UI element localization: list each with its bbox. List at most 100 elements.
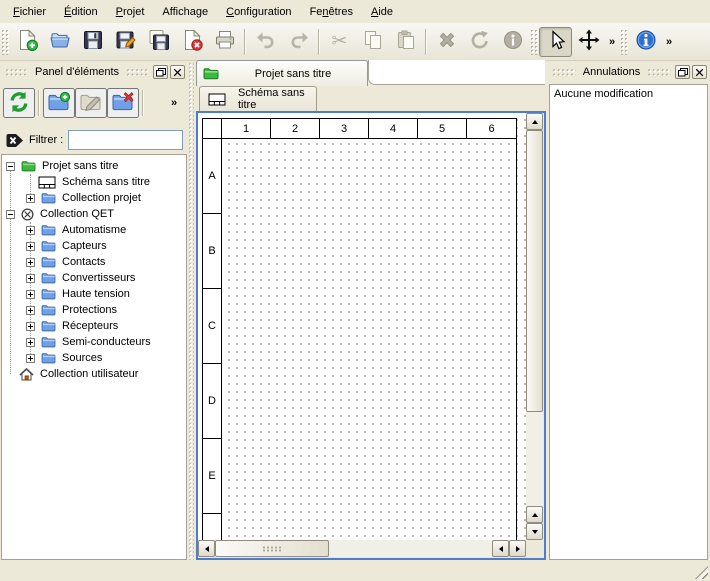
new-category-button[interactable]	[43, 88, 75, 118]
tree-item-collection-utilisateur[interactable]: Collection utilisateur	[2, 366, 186, 382]
tree-item-schema-sans-titre[interactable]: Schéma sans titre	[2, 174, 186, 190]
tree-item-projet-sans-titre[interactable]: Projet sans titre	[2, 158, 186, 174]
cut-button[interactable]: ✂	[323, 27, 356, 57]
close-document-button[interactable]	[175, 27, 208, 57]
tab-schema-sans-titre[interactable]: Schéma sans titre	[199, 86, 317, 111]
tree-item-contacts[interactable]: Contacts	[2, 254, 186, 270]
tree-item-automatisme[interactable]: Automatisme	[2, 222, 186, 238]
tree-item-capteurs[interactable]: Capteurs	[2, 238, 186, 254]
print-button[interactable]	[208, 27, 241, 57]
expand-icon[interactable]	[26, 290, 35, 299]
expand-icon[interactable]	[26, 274, 35, 283]
menu-projet[interactable]: Projet	[107, 3, 154, 21]
copy-button[interactable]	[356, 27, 389, 57]
grid-column-header: 3	[319, 118, 369, 139]
new-document-button[interactable]	[10, 27, 43, 57]
rotate-button[interactable]	[463, 27, 496, 57]
undo-history-list[interactable]: Aucune modification	[549, 84, 708, 560]
expand-icon[interactable]	[26, 306, 35, 315]
panel-overflow-chevron[interactable]: »	[167, 90, 181, 116]
tree-item-sources[interactable]: Sources	[2, 350, 186, 366]
menu-aide[interactable]: Aide	[362, 3, 402, 21]
folder-icon	[41, 192, 56, 204]
scroll-up-button[interactable]	[526, 506, 543, 523]
float-icon	[678, 68, 688, 77]
save-button[interactable]	[76, 27, 109, 57]
menu-affichage[interactable]: Affichage	[153, 3, 217, 21]
toolbar-separator	[38, 90, 40, 116]
close-icon	[695, 68, 704, 77]
diagram-canvas[interactable]: 1 2 3 4 5 6 A B C D E	[198, 113, 526, 540]
scroll-left-button[interactable]	[198, 540, 215, 557]
pan-mode-button[interactable]	[572, 27, 605, 57]
redo-button[interactable]	[282, 27, 315, 57]
expand-icon[interactable]	[26, 242, 35, 251]
undo-dock-titlebar[interactable]: Annulations	[548, 62, 709, 82]
menu-edition[interactable]: Édition	[55, 3, 107, 21]
dock-splitter[interactable]	[188, 62, 194, 560]
tree-item-collection-projet[interactable]: Collection projet	[2, 190, 186, 206]
filter-label: Filtrer :	[29, 134, 63, 146]
grid-column-header: 5	[417, 118, 467, 139]
toolbar-overflow-chevron[interactable]: »	[662, 29, 676, 55]
expand-icon[interactable]	[26, 258, 35, 267]
tree-item-recepteurs[interactable]: Récepteurs	[2, 318, 186, 334]
scroll-left-button[interactable]	[492, 540, 509, 557]
expand-icon[interactable]	[26, 194, 35, 203]
titlebar-texture	[5, 68, 28, 76]
expand-icon[interactable]	[26, 226, 35, 235]
horizontal-scrollbar[interactable]	[198, 540, 526, 557]
dock-close-button[interactable]	[692, 65, 707, 79]
expand-icon[interactable]	[26, 338, 35, 347]
toolbar-drag-handle[interactable]	[530, 29, 538, 55]
toolbar-separator	[425, 29, 427, 55]
vertical-scroll-thumb[interactable]	[526, 130, 543, 412]
window-size-grip[interactable]	[695, 566, 708, 579]
menu-fichier[interactable]: Fichier	[4, 3, 55, 21]
tab-projet-sans-titre[interactable]: Projet sans titre	[196, 60, 368, 86]
toolbar-drag-handle[interactable]	[620, 29, 628, 55]
menu-fenetres[interactable]: Fenêtres	[301, 3, 362, 21]
grid-row-header: E	[202, 438, 222, 514]
filter-input[interactable]	[68, 130, 183, 150]
delete-button[interactable]	[430, 27, 463, 57]
paste-button[interactable]	[389, 27, 422, 57]
element-infos-button[interactable]	[496, 27, 529, 57]
selection-mode-button[interactable]	[539, 27, 572, 57]
tree-item-semi-conducteurs[interactable]: Semi-conducteurs	[2, 334, 186, 350]
delete-category-button[interactable]	[107, 88, 139, 118]
about-qet-button[interactable]	[629, 27, 662, 57]
collapse-icon[interactable]	[6, 210, 15, 219]
float-icon	[156, 68, 166, 77]
save-as-button[interactable]	[109, 27, 142, 57]
menu-configuration[interactable]: Configuration	[217, 3, 300, 21]
tree-item-collection-qet[interactable]: Collection QET	[2, 206, 186, 222]
scroll-up-button[interactable]	[526, 113, 543, 130]
dock-float-button[interactable]	[153, 65, 168, 79]
close-document-icon	[180, 28, 204, 55]
open-document-button[interactable]	[43, 27, 76, 57]
tree-item-protections[interactable]: Protections	[2, 302, 186, 318]
project-folder-icon	[203, 67, 219, 80]
elements-panel-toolbar: »	[1, 84, 187, 122]
collapse-icon[interactable]	[6, 162, 15, 171]
toolbar-drag-handle[interactable]	[1, 29, 9, 55]
tree-item-haute-tension[interactable]: Haute tension	[2, 286, 186, 302]
tree-item-convertisseurs[interactable]: Convertisseurs	[2, 270, 186, 286]
clear-filter-icon[interactable]	[5, 133, 24, 148]
edit-category-button[interactable]	[75, 88, 107, 118]
paste-icon	[394, 28, 418, 55]
save-all-button[interactable]	[142, 27, 175, 57]
dock-float-button[interactable]	[675, 65, 690, 79]
dock-close-button[interactable]	[170, 65, 185, 79]
undo-button[interactable]	[249, 27, 282, 57]
expand-icon[interactable]	[26, 354, 35, 363]
horizontal-scroll-thumb[interactable]	[215, 540, 329, 557]
scroll-down-button[interactable]	[526, 523, 543, 540]
elements-panel-titlebar[interactable]: Panel d'éléments	[1, 62, 187, 82]
expand-icon[interactable]	[26, 322, 35, 331]
reload-collections-button[interactable]	[3, 88, 35, 118]
toolbar-overflow-chevron[interactable]: »	[605, 29, 619, 55]
vertical-scrollbar[interactable]	[526, 113, 543, 540]
scroll-right-button[interactable]	[509, 540, 526, 557]
